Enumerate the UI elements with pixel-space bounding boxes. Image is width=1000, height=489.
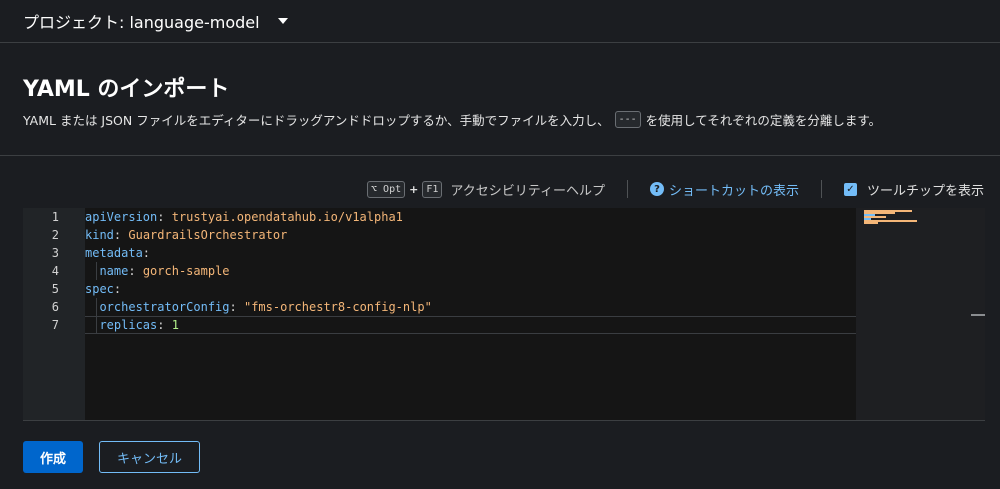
line-number: 7 <box>51 318 59 332</box>
line-number: 2 <box>51 228 59 242</box>
line-number: 1 <box>51 210 59 224</box>
code-line: spec: <box>85 282 122 296</box>
code-line: replicas: 1 <box>99 318 179 332</box>
current-line-highlight <box>85 316 856 334</box>
view-shortcuts-link[interactable]: ? ショートカットの表示 <box>649 180 799 199</box>
toolbar-divider <box>626 180 628 198</box>
yaml-key: orchestratorConfig <box>99 300 230 314</box>
code-line: apiVersion: trustyai.opendatahub.io/v1al… <box>85 210 403 224</box>
page-description: YAML または JSON ファイルをエディターにドラッグアンドドロップするか、… <box>23 110 881 129</box>
yaml-value: "fms-orchestr8-config-nlp" <box>243 300 432 314</box>
description-text-before: YAML または JSON ファイルをエディターにドラッグアンドドロップするか、… <box>23 113 610 128</box>
project-selector[interactable]: プロジェクト: language-model <box>0 0 1000 43</box>
yaml-editor[interactable]: 1 2 3 4 5 6 7 apiVersion: trustyai.opendatahub… <box>23 208 985 421</box>
accessibility-help-text: アクセシビリティーヘルプ <box>450 183 605 199</box>
project-label[interactable]: プロジェクト: language-model <box>23 9 260 33</box>
yaml-value: GuardrailsOrchestrator <box>128 228 288 242</box>
question-circle-icon: ? <box>649 182 664 196</box>
code-line: kind: GuardrailsOrchestrator <box>85 228 288 242</box>
line-number-gutter: 1 2 3 4 5 6 7 <box>23 208 85 420</box>
yaml-value: gorch-sample <box>142 264 230 278</box>
line-number: 5 <box>51 282 59 296</box>
yaml-key: spec <box>85 282 114 296</box>
show-tooltips-checkbox[interactable]: ✓ <box>843 182 857 196</box>
minimap[interactable] <box>856 208 985 420</box>
code-area[interactable]: apiVersion: trustyai.opendatahub.io/v1al… <box>85 208 856 420</box>
code-line: orchestratorConfig: "fms-orchestr8-confi… <box>99 300 432 314</box>
code-line: name: gorch-sample <box>99 264 230 278</box>
create-button[interactable]: 作成 <box>23 441 83 473</box>
line-number: 4 <box>51 264 59 278</box>
description-text-after: を使用してそれぞれの定義を分離します。 <box>645 113 882 128</box>
yaml-key: metadata <box>85 246 143 260</box>
line-number: 3 <box>51 246 59 260</box>
yaml-value: 1 <box>171 318 179 332</box>
caret-down-icon[interactable] <box>277 18 288 24</box>
code-line: metadata: <box>85 246 151 260</box>
toolbar-divider <box>820 180 822 198</box>
option-key: ⌥ Opt <box>367 180 406 198</box>
view-shortcuts-label[interactable]: ショートカットの表示 <box>669 180 799 199</box>
yaml-key: replicas <box>99 318 158 332</box>
separator-code: --- <box>614 111 641 128</box>
yaml-key: kind <box>85 228 114 242</box>
cancel-button[interactable]: キャンセル <box>99 441 200 473</box>
line-number: 6 <box>51 300 59 314</box>
yaml-key: name <box>99 264 129 278</box>
yaml-key: apiVersion <box>85 210 158 224</box>
scroll-position-marker[interactable] <box>971 314 985 316</box>
editor-toolbar: ⌥ Opt + F1 アクセシビリティーヘルプ ? ショートカットの表示 ✓ ツ… <box>367 179 984 199</box>
minimap-line <box>864 222 879 224</box>
page-title: YAML のインポート <box>23 77 230 102</box>
show-tooltips-label[interactable]: ツールチップを表示 <box>867 180 984 199</box>
yaml-value: trustyai.opendatahub.io/v1alpha1 <box>171 210 403 224</box>
divider <box>0 155 1000 156</box>
plus-sign: + <box>409 182 419 196</box>
f1-key: F1 <box>422 180 443 198</box>
